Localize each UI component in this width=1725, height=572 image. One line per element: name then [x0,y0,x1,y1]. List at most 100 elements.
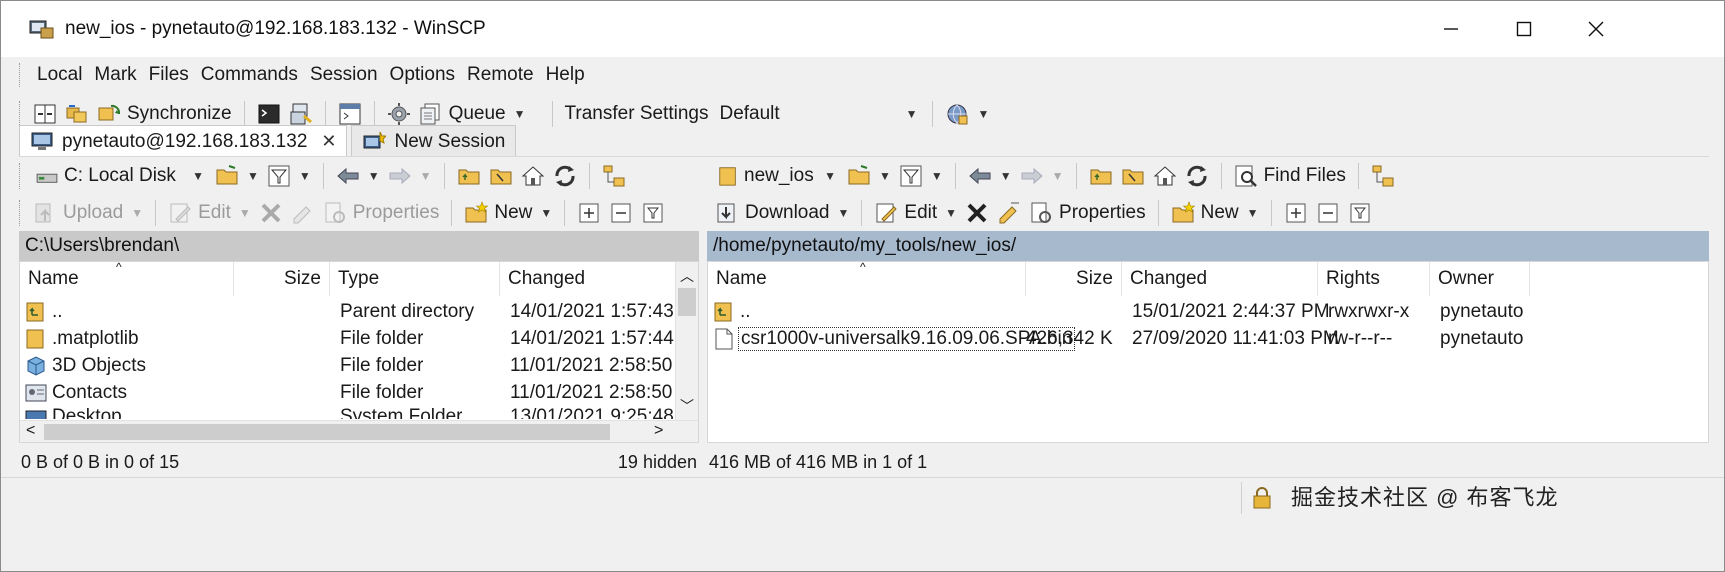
local-refresh-button[interactable] [549,159,581,193]
remote-filter-select-button[interactable] [1344,196,1376,230]
local-delete-button[interactable] [255,196,287,230]
local-vscroll-thumb[interactable] [678,288,696,316]
remote-tree-button[interactable] [1367,159,1399,193]
remote-home-button[interactable] [1149,159,1181,193]
scroll-up-icon[interactable]: ︿ [680,266,694,286]
table-row[interactable]: csr1000v-universalk9.16.09.06.SPA.bin 42… [708,325,1708,352]
remote-filter-button[interactable]: ▼ [895,159,947,193]
local-home-button[interactable] [517,159,549,193]
tab-new-session-label: New Session [394,130,506,152]
watermark-text: 掘金技术社区 @ 布客飞龙 [1291,485,1559,510]
local-col-name[interactable]: Name ^ [20,262,234,296]
remote-parent-dir-button[interactable] [1085,159,1117,193]
close-button[interactable] [1561,1,1631,57]
folder-icon [719,167,736,186]
remote-new-button[interactable]: New ▼ [1167,196,1263,230]
local-select-all-button[interactable] [573,196,605,230]
remote-col-size[interactable]: Size [1026,262,1122,296]
local-root-dir-button[interactable] [485,159,517,193]
nav-separator [954,163,956,189]
tab-active-session[interactable]: pynetauto@192.168.183.132 ✕ [19,125,348,157]
remote-col-owner-label: Owner [1438,268,1494,289]
menu-session[interactable]: Session [304,64,384,86]
transfer-options-button[interactable]: ▼ [941,97,993,131]
local-unselect-button[interactable] [605,196,637,230]
forward-arrow-icon [389,167,411,185]
download-button[interactable]: Download ▼ [711,196,853,230]
remote-unselect-button[interactable] [1312,196,1344,230]
scroll-right-icon[interactable]: > [654,422,663,440]
local-action-grip [19,200,23,226]
menu-remote[interactable]: Remote [461,64,540,86]
transfer-settings-select[interactable]: Default ▼ [712,99,925,129]
local-horizontal-scrollbar[interactable]: < > [20,420,698,442]
local-parent-dir-button[interactable] [453,159,485,193]
menu-options[interactable]: Options [384,64,461,86]
remote-refresh-button[interactable] [1181,159,1213,193]
local-open-folder-button[interactable]: ▼ [211,159,263,193]
remote-edit-button[interactable]: Edit ▼ [870,196,961,230]
remote-delete-button[interactable] [961,196,993,230]
local-edit-button[interactable]: Edit ▼ [164,196,255,230]
scroll-down-icon[interactable]: ﹀ [680,396,694,416]
local-col-type[interactable]: Type [330,262,500,296]
local-hscroll-thumb[interactable] [44,424,610,440]
local-back-button[interactable]: ▼ [332,159,384,193]
local-col-size[interactable]: Size [234,262,330,296]
close-tab-icon[interactable]: ✕ [321,131,336,152]
remote-col-changed[interactable]: Changed [1122,262,1318,296]
menu-local[interactable]: Local [31,64,88,86]
upload-button[interactable]: Upload ▼ [29,196,147,230]
local-new-button[interactable]: New ▼ [460,196,556,230]
local-properties-button[interactable]: Properties [319,196,444,230]
local-col-changed[interactable]: Changed [500,262,680,296]
remote-col-name[interactable]: Name ^ [708,262,1026,296]
local-path-bar[interactable]: C:\Users\brendan\ [19,231,699,261]
remote-properties-label: Properties [1059,202,1146,223]
table-row[interactable]: Contacts File folder 11/01/2021 2:58:50 … [20,379,675,406]
caret-icon: ▼ [419,169,432,183]
menu-mark[interactable]: Mark [88,64,142,86]
local-edit-label: Edit [198,202,231,223]
local-drive-select[interactable]: C: Local Disk ▼ [29,161,211,191]
scroll-left-icon[interactable]: < [26,422,35,440]
table-row[interactable]: .. Parent directory 14/01/2021 1:57:43 A… [20,298,675,325]
table-row[interactable]: .. 15/01/2021 2:44:37 PM rwxrwxr-x pynet… [708,298,1708,325]
table-row[interactable]: 3D Objects File folder 11/01/2021 2:58:5… [20,352,675,379]
remote-properties-button[interactable]: Properties [1025,196,1150,230]
menu-help[interactable]: Help [540,64,591,86]
local-vertical-scrollbar[interactable]: ︿ ﹀ [675,262,698,420]
remote-open-folder-button[interactable]: ▼ [843,159,895,193]
queue-dropdown-caret-icon[interactable]: ▼ [514,107,526,121]
local-filter-button[interactable]: ▼ [263,159,315,193]
menu-commands[interactable]: Commands [195,64,304,86]
remote-select-all-button[interactable] [1280,196,1312,230]
local-rename-button[interactable] [287,196,319,230]
remote-root-dir-button[interactable] [1117,159,1149,193]
local-forward-button[interactable]: ▼ [384,159,436,193]
remote-rename-button[interactable] [993,196,1025,230]
local-hidden-count[interactable]: 19 hidden [618,452,697,473]
remote-col-rights[interactable]: Rights [1318,262,1430,296]
remote-path-bar[interactable]: /home/pynetauto/my_tools/new_ios/ [707,231,1709,261]
find-files-button[interactable]: Find Files [1230,159,1350,193]
tab-new-session[interactable]: New Session [351,125,517,157]
local-file-list[interactable]: Name ^ Size Type Changed .. Parent direc… [19,261,699,443]
connection-lock-indicator[interactable] [1241,482,1281,514]
table-row[interactable]: .matplotlib File folder 14/01/2021 1:57:… [20,325,675,352]
filter-box-icon [1350,203,1370,223]
local-tree-button[interactable] [598,159,630,193]
new-session-icon [363,131,387,148]
remote-folder-select[interactable]: new_ios ▼ [711,161,843,191]
remote-forward-button[interactable]: ▼ [1016,159,1068,193]
find-files-icon [1235,165,1257,187]
maximize-button[interactable] [1489,1,1559,57]
local-filter-select-button[interactable] [637,196,669,230]
file-type: Parent directory [340,300,475,322]
remote-col-owner[interactable]: Owner [1430,262,1530,296]
table-row[interactable]: Desktop System Folder 13/01/2021 9:25:48… [20,406,675,419]
menu-files[interactable]: Files [143,64,195,86]
remote-file-list[interactable]: Name ^ Size Changed Rights Owner .. 15/0… [707,261,1709,443]
remote-back-button[interactable]: ▼ [964,159,1016,193]
minimize-button[interactable] [1416,1,1486,57]
